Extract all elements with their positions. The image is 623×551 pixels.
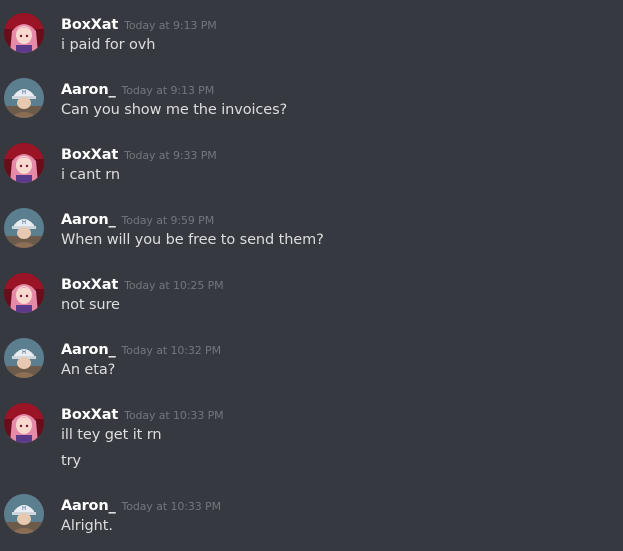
- timestamp: Today at 9:33 PM: [124, 149, 217, 162]
- message-text: Alright.: [61, 518, 113, 534]
- avatar[interactable]: H: [4, 208, 44, 248]
- message-text: When will you be free to send them?: [61, 232, 324, 248]
- chat-message-list: BoxXat Today at 9:13 PM i paid for ovh H …: [0, 0, 623, 551]
- message-text: An eta?: [61, 362, 116, 378]
- avatar[interactable]: [4, 13, 44, 53]
- cap-person-avatar-icon: H: [4, 208, 44, 248]
- cap-person-avatar-icon: H: [4, 338, 44, 378]
- timestamp: Today at 10:33 PM: [121, 500, 222, 513]
- username[interactable]: BoxXat: [61, 147, 118, 163]
- timestamp: Today at 9:13 PM: [121, 84, 215, 97]
- timestamp: Today at 9:59 PM: [121, 214, 215, 227]
- message-header: Aaron_ Today at 9:13 PM: [61, 79, 214, 99]
- anime-pink-hair-avatar-icon: [4, 13, 44, 53]
- username[interactable]: BoxXat: [61, 277, 118, 293]
- avatar[interactable]: [4, 403, 44, 443]
- message-text: Can you show me the invoices?: [61, 102, 288, 118]
- svg-text:H: H: [22, 350, 26, 356]
- anime-pink-hair-avatar-icon: [4, 273, 44, 313]
- avatar[interactable]: [4, 143, 44, 183]
- timestamp: Today at 10:32 PM: [121, 344, 222, 357]
- avatar[interactable]: H: [4, 338, 44, 378]
- message-text: i cant rn: [61, 167, 120, 183]
- avatar[interactable]: H: [4, 78, 44, 118]
- username[interactable]: Aaron_: [61, 498, 116, 514]
- message-text: i paid for ovh: [61, 37, 156, 53]
- message-header: BoxXat Today at 10:33 PM: [61, 404, 224, 424]
- anime-pink-hair-avatar-icon: [4, 403, 44, 443]
- message-text: try: [61, 453, 81, 469]
- message-text: not sure: [61, 297, 120, 313]
- username[interactable]: Aaron_: [61, 342, 116, 358]
- timestamp: Today at 10:33 PM: [124, 409, 224, 422]
- message-header: Aaron_ Today at 9:59 PM: [61, 209, 214, 229]
- anime-pink-hair-avatar-icon: [4, 143, 44, 183]
- username[interactable]: Aaron_: [61, 82, 116, 98]
- message-header: Aaron_ Today at 10:32 PM: [61, 339, 221, 359]
- message-header: BoxXat Today at 9:33 PM: [61, 144, 217, 164]
- svg-text:H: H: [22, 220, 26, 226]
- cap-person-avatar-icon: H: [4, 494, 44, 534]
- message-header: BoxXat Today at 9:13 PM: [61, 14, 217, 34]
- message-header: BoxXat Today at 10:25 PM: [61, 274, 224, 294]
- svg-text:H: H: [22, 506, 26, 512]
- message-header: Aaron_ Today at 10:33 PM: [61, 495, 221, 515]
- timestamp: Today at 10:25 PM: [124, 279, 224, 292]
- cap-person-avatar-icon: H: [4, 78, 44, 118]
- username[interactable]: Aaron_: [61, 212, 116, 228]
- svg-text:H: H: [22, 90, 26, 96]
- username[interactable]: BoxXat: [61, 17, 118, 33]
- timestamp: Today at 9:13 PM: [124, 19, 217, 32]
- avatar[interactable]: [4, 273, 44, 313]
- message-text: ill tey get it rn: [61, 427, 162, 443]
- avatar[interactable]: H: [4, 494, 44, 534]
- username[interactable]: BoxXat: [61, 407, 118, 423]
